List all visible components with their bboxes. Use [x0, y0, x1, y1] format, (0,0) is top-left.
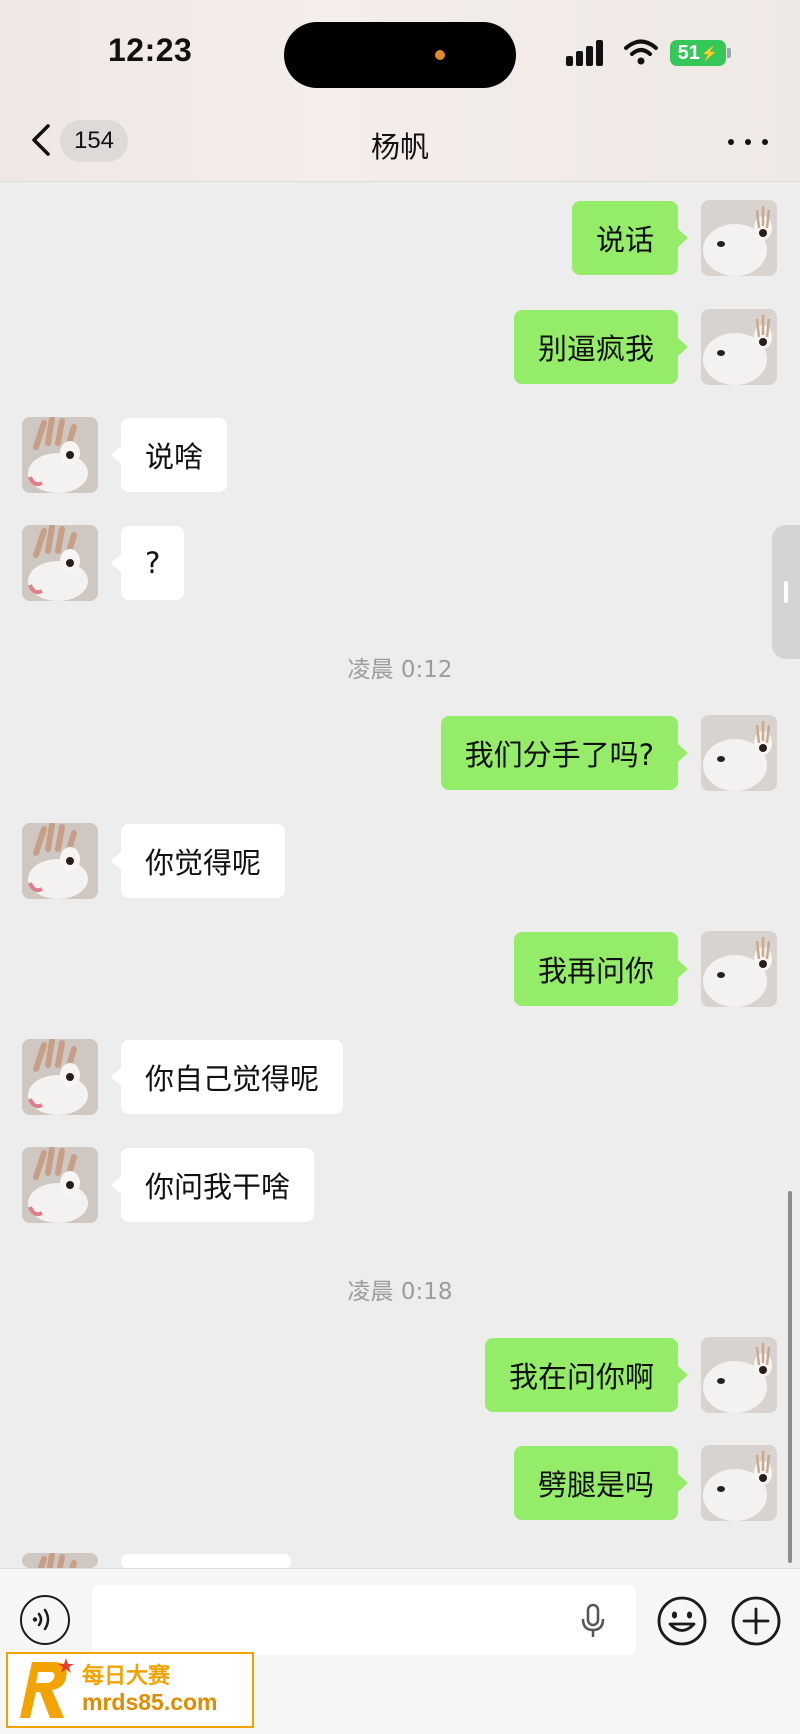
watermark-url: mrds85.com	[82, 1689, 218, 1716]
message-input[interactable]	[92, 1585, 636, 1655]
plus-icon[interactable]	[730, 1595, 782, 1647]
chat-header: 12:23 51 ⚡ 154 杨帆	[0, 0, 800, 182]
sent-message[interactable]: 我再问你	[513, 932, 689, 1006]
received-message[interactable]: 说啥	[110, 418, 228, 492]
battery-level: 51	[677, 41, 700, 64]
battery-indicator: 51 ⚡	[670, 40, 726, 66]
message-row: 我在问你啊	[0, 1337, 800, 1417]
message-row: 我再问你	[0, 931, 800, 1011]
more-icon[interactable]	[728, 128, 768, 156]
contact-avatar[interactable]	[22, 1039, 98, 1115]
contact-avatar[interactable]	[22, 525, 98, 601]
message-row: 我们分手了吗?	[0, 715, 800, 795]
my-avatar[interactable]	[701, 931, 777, 1007]
contact-avatar[interactable]	[22, 1553, 98, 1568]
contact-avatar[interactable]	[22, 823, 98, 899]
message-row: 你问我干啥	[0, 1147, 800, 1227]
message-row: 别逼疯我	[0, 309, 800, 389]
message-timestamp: 凌晨 0:12	[347, 657, 453, 683]
my-avatar[interactable]	[701, 309, 777, 385]
unread-count-badge[interactable]: 154	[60, 120, 128, 162]
received-message[interactable]: 你自己觉得呢	[110, 1040, 344, 1114]
watermark-title: 每日大赛	[82, 1664, 171, 1690]
site-watermark: 每日大赛 mrds85.com	[6, 1652, 254, 1728]
received-message[interactable]: ?	[110, 526, 185, 600]
contact-avatar[interactable]	[22, 1147, 98, 1223]
received-message-partial[interactable]	[121, 1554, 291, 1568]
battery-tip	[727, 48, 731, 58]
message-timestamp: 凌晨 0:18	[347, 1279, 453, 1305]
dynamic-island	[284, 22, 516, 88]
message-list[interactable]: 说话 别逼疯我 说啥 ? 凌晨 0:12 我们分手了吗? 你觉得呢 我再问你 你…	[0, 183, 800, 1568]
sent-message[interactable]: 别逼疯我	[513, 310, 689, 384]
camera-indicator	[435, 50, 445, 60]
message-row-partial	[0, 1553, 800, 1568]
message-row: 说啥	[0, 417, 800, 497]
message-row: 你自己觉得呢	[0, 1039, 800, 1119]
sent-message[interactable]: 我们分手了吗?	[440, 716, 689, 790]
message-row: 劈腿是吗	[0, 1445, 800, 1525]
emoji-icon[interactable]	[656, 1595, 708, 1647]
contact-avatar[interactable]	[22, 417, 98, 493]
voice-icon[interactable]	[20, 1595, 70, 1645]
sent-message[interactable]: 我在问你啊	[484, 1338, 689, 1412]
microphone-icon[interactable]	[580, 1603, 606, 1639]
message-row: 你觉得呢	[0, 823, 800, 903]
received-message[interactable]: 你问我干啥	[110, 1148, 315, 1222]
my-avatar[interactable]	[701, 200, 777, 276]
signal-icon	[566, 40, 610, 66]
wifi-icon	[624, 39, 658, 65]
my-avatar[interactable]	[701, 715, 777, 791]
back-chevron-icon[interactable]	[26, 120, 56, 160]
my-avatar[interactable]	[701, 1445, 777, 1521]
status-time: 12:23	[108, 32, 193, 68]
my-avatar[interactable]	[701, 1337, 777, 1413]
message-row: ?	[0, 525, 800, 605]
watermark-logo	[20, 1658, 74, 1718]
sent-message[interactable]: 说话	[571, 201, 689, 275]
received-message[interactable]: 你觉得呢	[110, 824, 286, 898]
chat-title: 杨帆	[370, 130, 429, 164]
scrollbar[interactable]	[788, 1191, 792, 1563]
quick-scroll-handle[interactable]	[772, 525, 800, 659]
message-row: 说话	[0, 200, 800, 280]
sent-message[interactable]: 劈腿是吗	[513, 1446, 689, 1520]
